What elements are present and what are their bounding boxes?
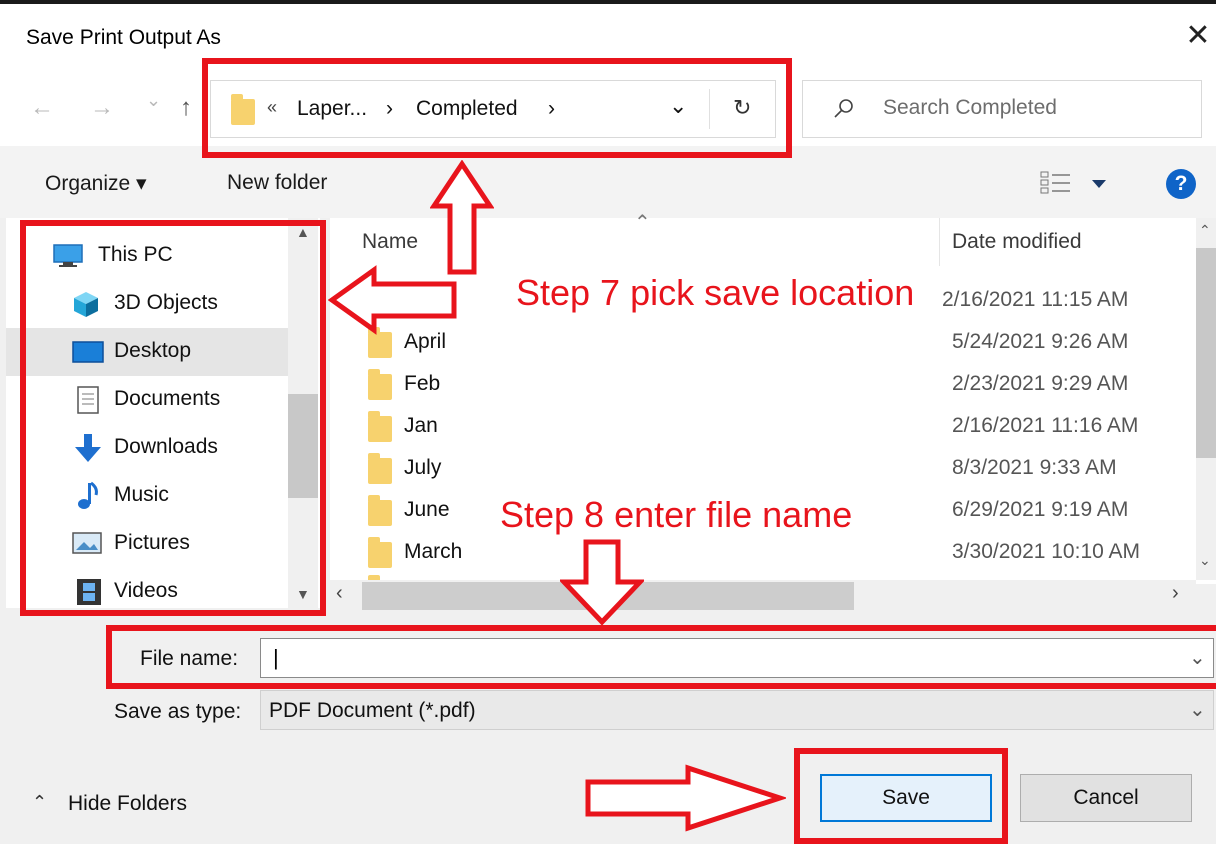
chevron-down-icon[interactable]: ⌄	[1189, 697, 1206, 722]
sort-ascending-icon: ⌃	[634, 212, 651, 234]
file-date: 6/29/2021 9:19 AM	[952, 498, 1129, 521]
up-icon[interactable]: ↑	[180, 94, 192, 122]
file-name: Jan	[404, 414, 438, 437]
file-row[interactable]: Jan 2/16/2021 11:16 AM	[330, 406, 1210, 446]
window-title: Save Print Output As	[26, 26, 221, 49]
recent-locations-icon[interactable]: ⌄	[146, 90, 161, 111]
file-date: 2/16/2021 11:15 AM	[942, 288, 1129, 311]
close-icon[interactable]: ✕	[1182, 18, 1214, 54]
file-row[interactable]: Feb 2/23/2021 9:29 AM	[330, 364, 1210, 404]
save-button-highlight-box	[794, 748, 1008, 844]
column-header-date-modified[interactable]: Date modified	[952, 230, 1082, 254]
scroll-up-arrow-icon[interactable]: ⌃	[1199, 222, 1211, 239]
chevron-up-icon: ⌃	[32, 792, 48, 812]
view-options-icon[interactable]	[1040, 170, 1110, 196]
search-box[interactable]: Search Completed	[802, 80, 1202, 138]
file-row[interactable]: March 3/30/2021 10:10 AM	[330, 532, 1210, 572]
left-arrow-annotation	[328, 265, 457, 335]
address-bar-highlight-box	[202, 58, 792, 158]
file-name: March	[404, 540, 463, 563]
back-icon[interactable]: ←	[30, 94, 54, 122]
save-as-type-value: PDF Document (*.pdf)	[269, 699, 476, 722]
navigation-pane-highlight-box	[20, 220, 326, 616]
file-name: Feb	[404, 372, 441, 395]
organize-button[interactable]: Organize ▾	[45, 171, 147, 196]
forward-icon[interactable]: →	[90, 94, 114, 122]
file-row[interactable]: April 5/24/2021 9:26 AM	[330, 322, 1210, 362]
folder-icon	[368, 369, 392, 400]
file-date: 2/16/2021 11:16 AM	[952, 414, 1139, 437]
help-icon[interactable]: ?	[1166, 169, 1196, 199]
file-name: July	[404, 456, 442, 479]
folder-icon	[368, 453, 392, 484]
file-name-highlight-box	[106, 625, 1216, 689]
file-date: 2/23/2021 9:29 AM	[952, 372, 1129, 395]
folder-icon	[368, 495, 392, 526]
scrollbar-thumb[interactable]	[1196, 248, 1216, 458]
cancel-button[interactable]: Cancel	[1020, 774, 1192, 822]
top-edge	[0, 0, 1216, 4]
folder-icon	[368, 411, 392, 442]
folder-icon	[368, 537, 392, 568]
file-list-vertical-scrollbar[interactable]: ⌃ ⌄	[1196, 218, 1216, 580]
hide-folders-label: Hide Folders	[68, 792, 188, 815]
column-header-name[interactable]: Name	[362, 230, 418, 254]
search-input[interactable]: Search Completed	[883, 96, 1057, 120]
search-icon	[834, 99, 853, 118]
save-dialog: Save Print Output As ✕ ← → ⌄ ↑ « Laper..…	[0, 0, 1216, 844]
hide-folders-toggle[interactable]: ⌃ Hide Folders	[32, 790, 222, 820]
file-date: 3/30/2021 10:10 AM	[952, 540, 1140, 563]
step8-annotation: Step 8 enter file name	[500, 494, 853, 535]
column-divider	[939, 218, 940, 266]
file-date: 8/3/2021 9:33 AM	[952, 456, 1117, 479]
file-row[interactable]: July 8/3/2021 9:33 AM	[330, 448, 1210, 488]
down-arrow-annotation	[560, 539, 644, 626]
save-as-type-select[interactable]: PDF Document (*.pdf) ⌄	[260, 690, 1214, 730]
scroll-down-arrow-icon[interactable]: ⌄	[1199, 552, 1211, 569]
scroll-right-arrow-icon[interactable]: ›	[1172, 582, 1179, 605]
right-arrow-annotation	[585, 764, 786, 832]
up-arrow-annotation	[430, 160, 494, 275]
step7-annotation: Step 7 pick save location	[516, 272, 915, 313]
new-folder-button[interactable]: New folder	[227, 171, 327, 195]
scroll-left-arrow-icon[interactable]: ‹	[336, 582, 343, 605]
file-date: 5/24/2021 9:26 AM	[952, 330, 1129, 353]
file-name: June	[404, 498, 450, 521]
save-as-type-label: Save as type:	[114, 700, 242, 723]
file-list-horizontal-scrollbar[interactable]: ‹ ›	[330, 580, 1196, 612]
